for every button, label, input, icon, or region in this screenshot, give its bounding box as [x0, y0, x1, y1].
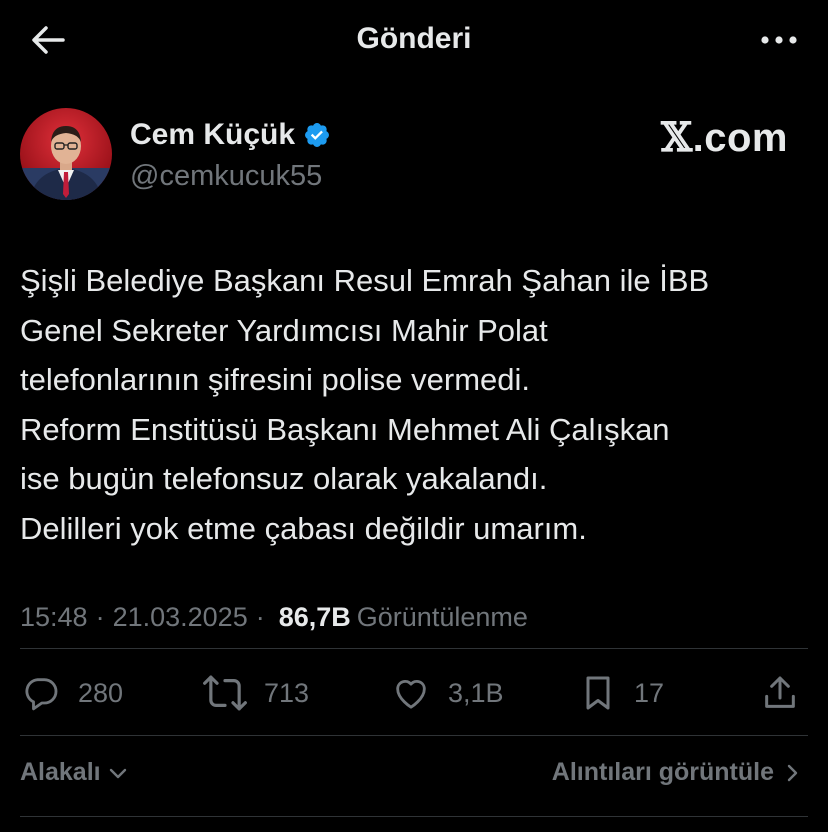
chevron-right-icon [787, 764, 798, 781]
more-button[interactable] [756, 22, 802, 58]
reply-button[interactable]: 280 [20, 665, 123, 721]
chevron-down-icon [109, 768, 126, 778]
view-quotes-link[interactable]: Alıntıları görüntüle [552, 758, 802, 787]
tweet-meta: 15:48 · 21.03.2025 · 86,7B Görüntülenme [20, 602, 528, 633]
repost-button[interactable]: 713 [202, 665, 309, 721]
x-logo: 𝕏 [661, 114, 693, 161]
avatar-image [20, 108, 112, 200]
author-name-row: Cem Küçük [130, 118, 331, 152]
like-count: 3,1B [448, 677, 504, 708]
repost-icon [203, 675, 247, 711]
tweet-date[interactable]: 21.03.2025 [113, 602, 248, 633]
related-dropdown[interactable]: Alakalı [20, 758, 129, 787]
reply-icon [25, 678, 58, 711]
action-bar: 280 713 3,1B 17 [0, 665, 828, 721]
heart-icon [396, 679, 426, 709]
top-bar: Gönderi [0, 0, 828, 80]
divider [20, 735, 808, 736]
avatar[interactable] [20, 108, 112, 200]
divider [20, 816, 808, 817]
tweet-time[interactable]: 15:48 [20, 602, 88, 633]
reply-count: 280 [78, 677, 124, 708]
related-label: Alakalı [20, 758, 101, 786]
x-com-watermark: 𝕏.com [661, 114, 788, 161]
separator-dot: · [95, 602, 105, 632]
repost-count: 713 [264, 677, 310, 708]
more-horizontal-icon [761, 36, 797, 44]
watermark-suffix: .com [692, 116, 788, 160]
quotes-label: Alıntıları görüntüle [551, 758, 774, 786]
tweet-text: Şişli Belediye Başkanı Resul Emrah Şahan… [20, 263, 710, 546]
bookmark-icon [586, 676, 610, 710]
bottom-row: Alakalı Alıntıları görüntüle [0, 752, 828, 796]
views-count[interactable]: 86,7B [279, 602, 351, 633]
share-icon [765, 676, 795, 708]
verified-badge-icon [305, 123, 330, 147]
page-title: Gönderi [356, 22, 472, 55]
bookmark-count: 17 [634, 677, 665, 708]
views-label: Görüntülenme [356, 602, 528, 632]
separator-dot: · [255, 602, 265, 632]
author-handle[interactable]: @cemkucuk55 [130, 160, 322, 193]
share-button[interactable] [760, 665, 800, 721]
author-name[interactable]: Cem Küçük [130, 118, 295, 152]
bookmark-button[interactable]: 17 [578, 665, 664, 721]
like-button[interactable]: 3,1B [390, 665, 504, 721]
divider [20, 648, 808, 649]
